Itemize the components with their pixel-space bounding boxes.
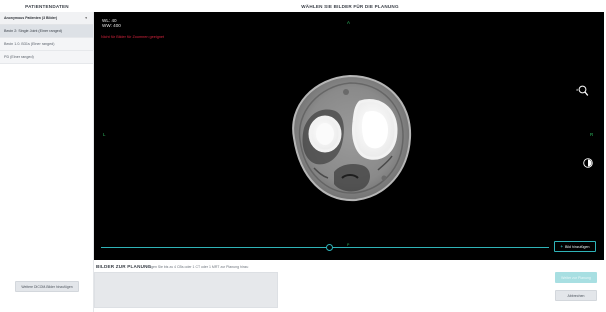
image-viewer[interactable]: WL: 40 WW: 400 Nicht für Bilder für Zoom… [94,12,604,260]
add-image-label: Bild hinzufügen [564,244,590,249]
window-info: WL: 40 WW: 400 [102,18,121,28]
patient-name: Anonymous Patienten (3 Bilder) [4,16,58,20]
series-item-single-joint[interactable]: Becin 2: Single Joint (Einer ranged) [0,25,93,38]
window-width-text: WW: 400 [102,23,121,29]
patient-sidebar: Anonymous Patienten (3 Bilder) ▾ Becin 2… [0,12,94,312]
cancel-button[interactable]: Abbrechen [555,290,597,301]
orientation-left: L [103,132,106,137]
warning-text: Nicht für Bilder für Zoomnen geeignet [101,35,165,39]
magnifier-zoom-icon[interactable]: ± [575,84,589,98]
ct-slice-image [292,74,412,202]
planning-title: BILDER ZUR PLANUNG [96,264,152,269]
planning-drop-zone[interactable] [94,272,278,308]
svg-text:±: ± [576,87,579,92]
continue-button[interactable]: Weiter zur Planung [555,272,597,283]
orientation-right: R [590,132,594,137]
chevron-down-icon[interactable]: ▾ [85,16,87,20]
patient-group-header[interactable]: Anonymous Patienten (3 Bilder) ▾ [0,12,93,25]
series-item-pd[interactable]: PD (Einer ranged) [0,51,93,64]
series-item-b31s[interactable]: Becin 1.0. B31s (Einer ranged) [0,38,93,51]
contrast-icon[interactable] [583,158,593,168]
plus-icon: + [560,244,563,249]
add-image-button[interactable]: + Bild hinzufügen [554,241,596,252]
select-images-title: WÄHLEN SIE BILDER FÜR DIE PLANUNG [301,3,399,9]
planning-hint: Fügen Sie bis zu 4 CBs oder 1 CT oder 1 … [147,265,249,269]
orientation-top: A [347,20,350,25]
add-more-dicom-button[interactable]: Weitere DICOM-Bilder hinzufügen [15,281,79,292]
slice-slider-thumb[interactable] [325,244,333,251]
patient-data-title: PATIENTENDATEN [25,3,69,9]
